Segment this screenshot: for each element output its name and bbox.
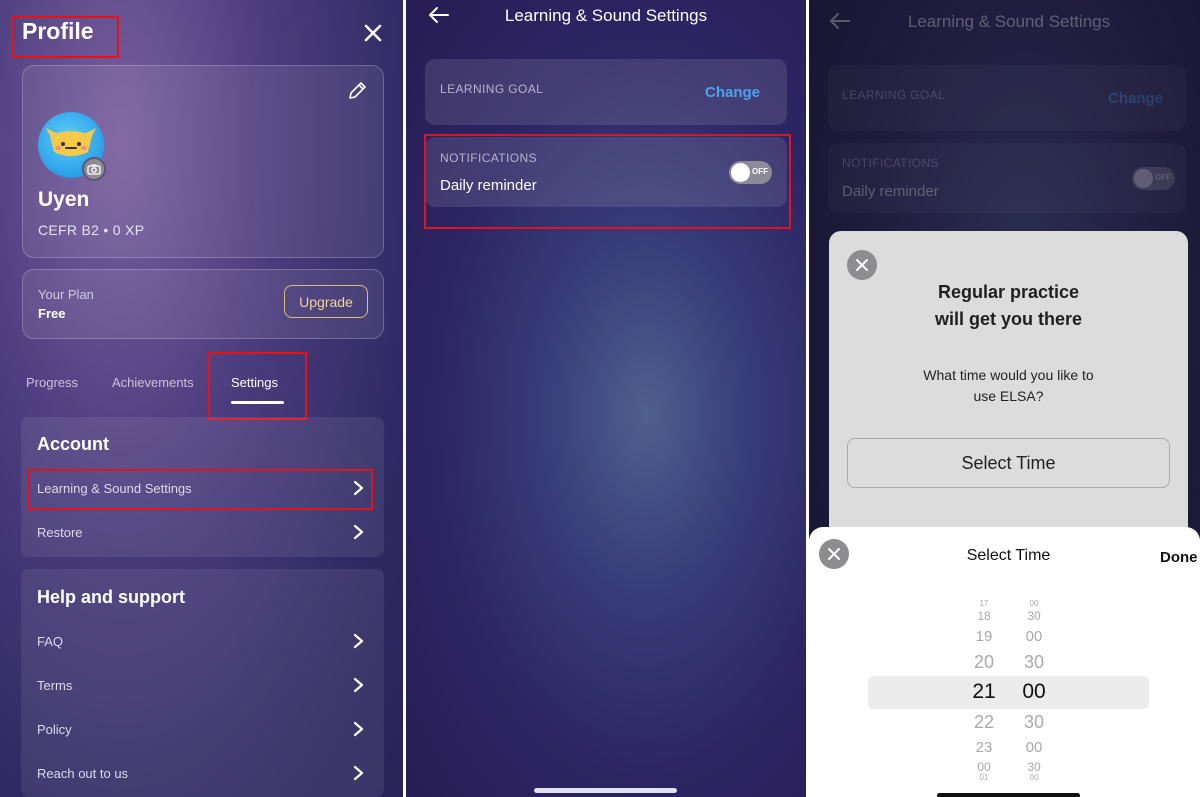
page-title: Profile	[22, 18, 94, 44]
modal-close-button[interactable]	[847, 250, 877, 280]
chevron-right-icon	[353, 721, 364, 737]
sheet-title: Select Time	[966, 547, 1051, 564]
minute-option[interactable]: 00	[1014, 739, 1054, 756]
plan-value: Free	[38, 306, 66, 321]
chevron-right-icon	[353, 480, 364, 496]
toggle-knob	[731, 163, 750, 182]
notifications-caption: NOTIFICATIONS	[842, 156, 939, 170]
daily-reminder-toggle[interactable]: OFF	[729, 161, 772, 184]
minute-option[interactable]: 30	[1014, 652, 1054, 672]
change-goal-link[interactable]: Change	[705, 84, 760, 101]
minute-wheel[interactable]: 00 30 00 30 00 30 00 30 00	[1014, 595, 1054, 785]
chevron-right-icon	[353, 765, 364, 781]
row-label: Reach out to us	[37, 766, 129, 781]
edit-pencil-icon[interactable]	[346, 80, 368, 102]
learning-goal-caption: LEARNING GOAL	[440, 82, 544, 96]
minute-option[interactable]: 30	[1014, 760, 1054, 774]
hour-option[interactable]: 00	[964, 760, 1004, 774]
chevron-right-icon	[353, 524, 364, 540]
done-button[interactable]: Done	[1160, 549, 1198, 566]
notifications-caption: NOTIFICATIONS	[440, 151, 537, 165]
modal-title-line2: will get you there	[934, 309, 1083, 329]
modal-question-line2: use ELSA?	[973, 388, 1044, 404]
reminder-modal: Regular practice will get you there What…	[829, 231, 1188, 551]
toggle-knob	[1134, 169, 1153, 188]
close-icon	[856, 259, 868, 271]
learning-goal-caption: LEARNING GOAL	[842, 88, 946, 102]
minute-option[interactable]: 30	[1014, 609, 1054, 623]
select-time-button[interactable]: Select Time	[847, 438, 1170, 488]
home-indicator	[534, 788, 677, 793]
minute-option[interactable]: 00	[1014, 600, 1054, 608]
section-title: Account	[37, 434, 109, 454]
close-icon[interactable]	[360, 20, 386, 46]
screen-title: Learning & Sound Settings	[504, 6, 708, 25]
hour-option-selected[interactable]: 21	[964, 680, 1004, 704]
hour-option[interactable]: 20	[964, 652, 1004, 672]
hour-option[interactable]: 22	[964, 712, 1004, 732]
hour-option[interactable]: 23	[964, 739, 1004, 756]
minute-option-selected[interactable]: 00	[1014, 680, 1054, 704]
tab-achievements[interactable]: Achievements	[112, 375, 194, 390]
reminder-time-screen: Learning & Sound Settings LEARNING GOAL …	[809, 0, 1200, 797]
hour-option[interactable]: 01	[964, 774, 1004, 782]
modal-question-line1: What time would you like to	[923, 367, 1094, 383]
modal-title-line1: Regular practice	[937, 282, 1080, 302]
row-label: FAQ	[37, 634, 64, 649]
user-stats: CEFR B2 • 0 XP	[38, 222, 145, 238]
chevron-right-icon	[353, 633, 364, 649]
user-name: Uyen	[38, 188, 90, 211]
help-row-policy[interactable]	[21, 712, 384, 746]
time-picker-sheet: Select Time Done 17 18 19 20 21 22 23 00…	[809, 527, 1200, 797]
row-label: Policy	[37, 722, 72, 737]
active-tab-underline	[231, 401, 284, 404]
hour-option[interactable]: 19	[964, 628, 1004, 645]
learning-settings-screen: Learning & Sound Settings LEARNING GOAL …	[406, 0, 806, 797]
toggle-state-label: OFF	[1155, 173, 1171, 182]
row-label: Restore	[37, 525, 83, 540]
help-row-faq[interactable]	[21, 624, 384, 658]
profile-screen: Profile Uyen CEFR B2 • 0 XP Your Plan Fr…	[0, 0, 403, 797]
hour-option[interactable]: 17	[964, 600, 1004, 608]
home-indicator	[937, 793, 1080, 797]
toggle-state-label: OFF	[752, 167, 768, 176]
dimmed-background: Learning & Sound Settings LEARNING GOAL …	[809, 0, 1200, 230]
screen-title: Learning & Sound Settings	[907, 12, 1111, 31]
hour-option[interactable]: 18	[964, 609, 1004, 623]
daily-reminder-label: Daily reminder	[842, 183, 939, 200]
minute-option[interactable]: 00	[1014, 774, 1054, 782]
change-goal-link: Change	[1108, 90, 1164, 107]
daily-reminder-label: Daily reminder	[440, 177, 537, 194]
tab-settings[interactable]: Settings	[231, 375, 278, 390]
camera-icon[interactable]	[82, 157, 106, 181]
chevron-right-icon	[353, 677, 364, 693]
minute-option[interactable]: 30	[1014, 712, 1054, 732]
section-title: Help and support	[37, 587, 185, 607]
upgrade-button[interactable]: Upgrade	[284, 285, 368, 318]
plan-label: Your Plan	[38, 287, 94, 302]
tab-progress[interactable]: Progress	[26, 375, 78, 390]
row-label: Terms	[37, 678, 73, 693]
picker-selection-band	[868, 676, 1149, 709]
daily-reminder-toggle: OFF	[1132, 167, 1175, 190]
hour-wheel[interactable]: 17 18 19 20 21 22 23 00 01	[964, 595, 1004, 785]
minute-option[interactable]: 00	[1014, 628, 1054, 645]
help-row-terms[interactable]	[21, 668, 384, 702]
row-label: Learning & Sound Settings	[37, 481, 192, 496]
